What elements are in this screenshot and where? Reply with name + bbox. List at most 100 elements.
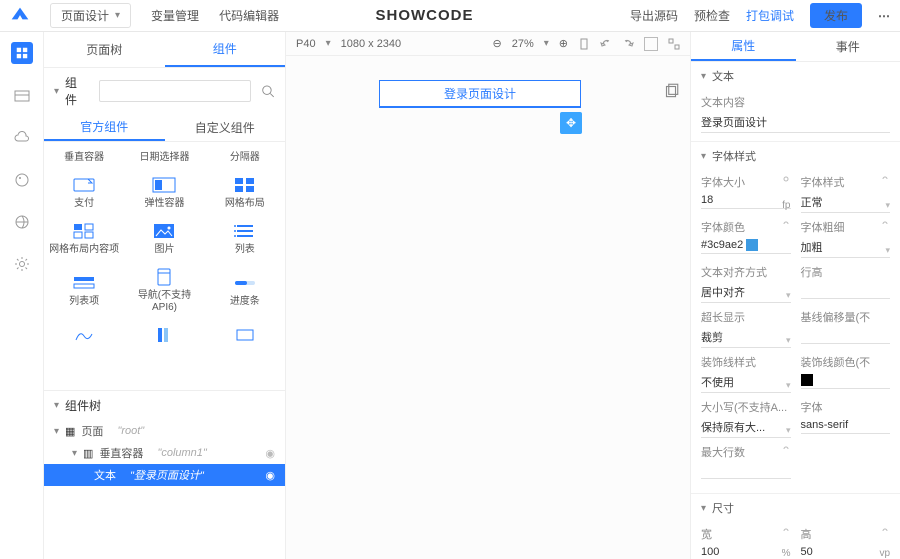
comp-grid-item[interactable]: 网格布局内容项 bbox=[44, 216, 124, 262]
visibility-icon[interactable]: ◉ bbox=[265, 469, 275, 482]
section-font-style: ▾字体样式 字体大小 18 fp 字体样式 正常 ▾ bbox=[691, 142, 900, 494]
decoration-style-select[interactable]: 不使用 bbox=[701, 372, 791, 393]
selected-text-element[interactable]: 登录页面设计 ✥ bbox=[380, 81, 580, 107]
chevron-down-icon[interactable]: ▾ bbox=[326, 38, 331, 49]
more-icon[interactable]: ⋯ bbox=[878, 9, 890, 23]
left-rail bbox=[0, 32, 44, 559]
link-icon[interactable] bbox=[781, 219, 791, 229]
tab-components[interactable]: 组件 bbox=[165, 32, 286, 67]
font-weight-select[interactable]: 加粗 bbox=[801, 237, 891, 258]
chevron-down-icon[interactable]: ▾ bbox=[54, 400, 59, 411]
components-section-header: ▾ 组件 bbox=[44, 68, 285, 114]
export-source-link[interactable]: 导出源码 bbox=[630, 7, 678, 24]
chevron-down-icon: ▾ bbox=[786, 290, 791, 301]
undo-icon[interactable] bbox=[600, 38, 612, 50]
page-design-dropdown[interactable]: 页面设计 ▾ bbox=[50, 3, 131, 28]
comp-extra-2[interactable] bbox=[124, 320, 204, 350]
text-content-input[interactable]: 登录页面设计 bbox=[701, 112, 890, 133]
tab-page-tree[interactable]: 页面树 bbox=[44, 32, 165, 67]
subtab-official[interactable]: 官方组件 bbox=[44, 114, 165, 141]
subtab-custom[interactable]: 自定义组件 bbox=[165, 114, 286, 141]
text-case-select[interactable]: 保持原有大... bbox=[701, 417, 791, 438]
width-input[interactable]: 100 bbox=[701, 544, 791, 559]
top-bar: 页面设计 ▾ 变量管理 代码编辑器 SHOWCODE 导出源码 预检查 打包调试… bbox=[0, 0, 900, 32]
color-swatch[interactable] bbox=[746, 239, 758, 251]
height-input[interactable]: 50 bbox=[801, 544, 891, 559]
publish-button[interactable]: 发布 bbox=[810, 3, 862, 28]
rail-paint-icon[interactable] bbox=[12, 170, 32, 190]
tree-row-column[interactable]: ▾ ▥ 垂直容器 "column1" ◉ bbox=[44, 442, 285, 464]
zoom-in-icon[interactable]: ⊕ bbox=[559, 37, 568, 50]
ruler-toggle[interactable] bbox=[644, 37, 658, 51]
components-section-label: 组件 bbox=[65, 74, 85, 108]
rail-cloud-icon[interactable] bbox=[12, 128, 32, 148]
chevron-down-icon[interactable]: ▾ bbox=[544, 38, 549, 49]
chevron-down-icon[interactable]: ▾ bbox=[701, 151, 706, 162]
zoom-out-icon[interactable]: ⊖ bbox=[493, 37, 502, 50]
device-name[interactable]: P40 bbox=[296, 38, 316, 50]
comp-grid-layout[interactable]: 网格布局 bbox=[205, 170, 285, 216]
component-search-input[interactable] bbox=[99, 80, 251, 102]
comp-list-item[interactable]: 列表项 bbox=[44, 262, 124, 320]
search-icon[interactable] bbox=[261, 83, 275, 99]
line-height-input[interactable] bbox=[801, 282, 891, 299]
chevron-down-icon[interactable]: ▾ bbox=[54, 86, 59, 97]
comp-flex-container[interactable]: 弹性容器 bbox=[124, 170, 204, 216]
rail-globe-icon[interactable] bbox=[12, 212, 32, 232]
text-align-select[interactable]: 居中对齐 bbox=[701, 282, 791, 303]
canvas-area: P40 ▾ 1080 x 2340 ⊖ 27% ▾ ⊕ 登录页面设计 ✥ bbox=[286, 32, 690, 559]
component-grid: 垂直容器 日期选择器 分隔器 支付 弹性容器 网格布局 网格布局内容项 图片 列… bbox=[44, 142, 285, 390]
comp-extra-3[interactable] bbox=[205, 320, 285, 350]
link-icon[interactable] bbox=[880, 174, 890, 184]
move-handle-icon[interactable]: ✥ bbox=[560, 112, 582, 134]
comp-navigation[interactable]: 导航(不支持API6) bbox=[124, 262, 204, 320]
copy-icon[interactable] bbox=[662, 82, 680, 100]
comp-progress[interactable]: 进度条 bbox=[205, 262, 285, 320]
max-lines-input[interactable] bbox=[701, 462, 791, 479]
chevron-down-icon[interactable]: ▾ bbox=[701, 503, 706, 514]
chevron-down-icon[interactable]: ▾ bbox=[701, 71, 706, 82]
comp-list[interactable]: 列表 bbox=[205, 216, 285, 262]
link-icon[interactable] bbox=[781, 174, 791, 184]
rotate-icon[interactable] bbox=[578, 38, 590, 50]
tab-events[interactable]: 事件 bbox=[796, 32, 900, 61]
tree-row-root[interactable]: ▾ ▦ 页面 "root" bbox=[44, 420, 285, 442]
chevron-down-icon: ▾ bbox=[54, 426, 59, 437]
link-icon[interactable] bbox=[880, 526, 890, 536]
redo-icon[interactable] bbox=[622, 38, 634, 50]
font-color-input[interactable]: #3c9ae2 bbox=[701, 237, 791, 254]
font-style-select[interactable]: 正常 bbox=[801, 192, 891, 213]
font-size-input[interactable]: 18 bbox=[701, 192, 791, 209]
device-frame[interactable]: 登录页面设计 ✥ bbox=[379, 80, 581, 108]
overflow-select[interactable]: 裁剪 bbox=[701, 327, 791, 348]
chevron-down-icon: ▾ bbox=[786, 425, 791, 436]
rail-widgets-icon[interactable] bbox=[11, 42, 33, 64]
snap-icon[interactable] bbox=[668, 38, 680, 50]
decoration-color-input[interactable] bbox=[801, 372, 891, 389]
comp-image[interactable]: 图片 bbox=[124, 216, 204, 262]
comp-pay[interactable]: 支付 bbox=[44, 170, 124, 216]
chevron-down-icon: ▾ bbox=[72, 448, 77, 459]
precheck-link[interactable]: 预检查 bbox=[694, 7, 730, 24]
visibility-icon[interactable]: ◉ bbox=[265, 447, 275, 460]
rail-settings-icon[interactable] bbox=[12, 254, 32, 274]
link-icon[interactable] bbox=[781, 526, 791, 536]
link-icon[interactable] bbox=[880, 219, 890, 229]
package-debug-link[interactable]: 打包调试 bbox=[746, 7, 794, 24]
text-content-label: 文本内容 bbox=[701, 94, 890, 110]
section-size: ▾尺寸 宽 100 % 高 50 vp bbox=[691, 494, 900, 559]
font-family-input[interactable]: sans-serif bbox=[801, 417, 891, 434]
var-management-link[interactable]: 变量管理 bbox=[151, 7, 199, 24]
comp-vertical-container[interactable]: 垂直容器 bbox=[44, 146, 124, 170]
color-swatch[interactable] bbox=[801, 374, 813, 386]
tab-properties[interactable]: 属性 bbox=[691, 32, 796, 61]
baseline-input[interactable] bbox=[801, 327, 891, 344]
right-panel-tabs: 属性 事件 bbox=[691, 32, 900, 62]
comp-date-picker[interactable]: 日期选择器 bbox=[124, 146, 204, 170]
comp-extra-1[interactable] bbox=[44, 320, 124, 350]
comp-divider[interactable]: 分隔器 bbox=[205, 146, 285, 170]
chevron-down-icon: ▾ bbox=[786, 380, 791, 391]
tree-row-text-selected[interactable]: 文本 "登录页面设计" ◉ bbox=[44, 464, 285, 486]
rail-layout-icon[interactable] bbox=[12, 86, 32, 106]
link-icon[interactable] bbox=[781, 444, 791, 454]
